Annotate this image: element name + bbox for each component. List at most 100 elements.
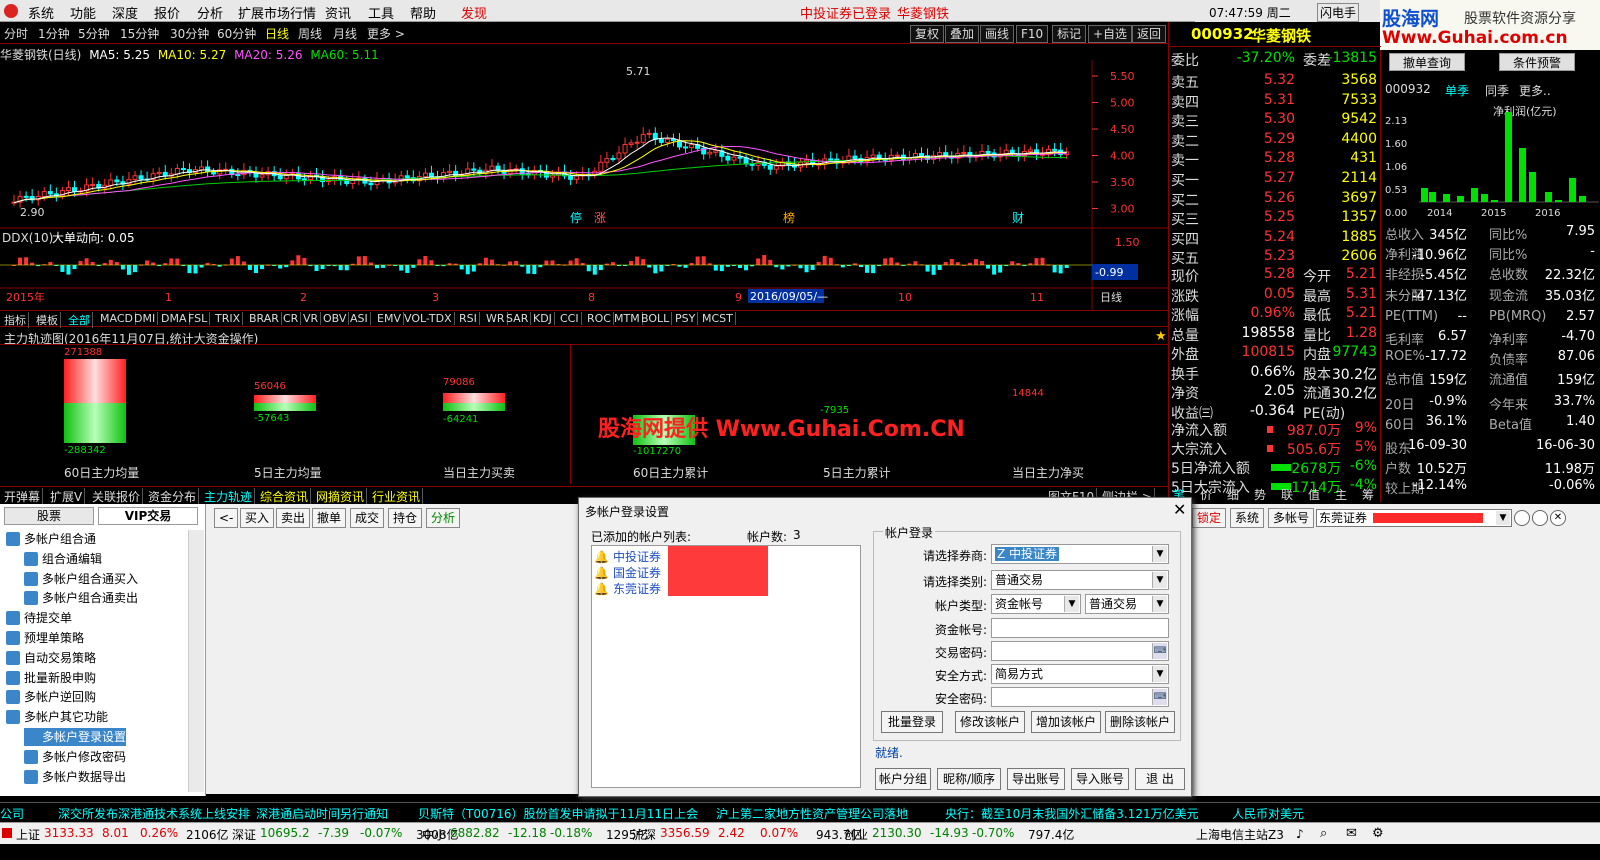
tab-news-industry[interactable]: 行业资讯 xyxy=(370,488,424,505)
keyboard-icon[interactable]: ⌨ xyxy=(1152,643,1167,659)
tree-item[interactable]: 待提交单 xyxy=(6,609,72,627)
settings-icon[interactable]: ⚙ xyxy=(1372,826,1384,841)
field-select[interactable]: 简易方式 ▼ xyxy=(991,664,1169,684)
dialog-close-icon[interactable]: ✕ xyxy=(1173,500,1186,519)
account-list-item[interactable]: 🔔 中投证券 xyxy=(594,548,661,565)
index-name[interactable]: 中小 xyxy=(422,826,446,843)
tab-news-all[interactable]: 综合资讯 xyxy=(258,488,312,505)
period-daily[interactable]: 日线 xyxy=(265,25,289,42)
restore-icon[interactable] xyxy=(1532,510,1548,526)
indicator-tab[interactable]: 模板 xyxy=(34,312,61,328)
ticker-item[interactable]: 深交所发布深港通技术系统上线安排 xyxy=(58,805,250,822)
indicator-tab[interactable]: VR xyxy=(301,312,322,325)
import-account-button[interactable]: 导入账号 xyxy=(1071,768,1129,790)
side-tab[interactable]: 细 xyxy=(1227,486,1239,503)
tab-expand[interactable]: 扩展V xyxy=(48,488,86,505)
account-list-item[interactable]: 🔔 国金证券 xyxy=(594,564,661,581)
field-input[interactable] xyxy=(991,618,1169,638)
side-tab[interactable]: 联 xyxy=(1281,486,1293,503)
tab-main-force[interactable]: 主力轨迹 xyxy=(202,488,256,505)
menu-discover[interactable]: 发现 xyxy=(461,3,487,22)
index-name[interactable]: 创业 xyxy=(844,826,868,843)
period-15min[interactable]: 15分钟 xyxy=(120,25,159,42)
ticker-item[interactable]: 人民币对美元 xyxy=(1232,805,1304,822)
period-5min[interactable]: 5分钟 xyxy=(78,25,110,42)
side-tab[interactable]: 势 xyxy=(1254,486,1266,503)
tool-mark[interactable]: 标记 xyxy=(1052,25,1087,43)
fin-tab-same[interactable]: 同季 xyxy=(1485,82,1509,99)
indicator-tab[interactable]: SAR xyxy=(504,312,532,325)
event-limit-up[interactable]: 涨 xyxy=(594,210,606,225)
side-tab[interactable]: 筹 xyxy=(1362,486,1374,503)
tree-item[interactable]: 多帐户组合通卖出 xyxy=(24,589,138,607)
ticker-item[interactable]: 沪上第二家地方性资产管理公司落地 xyxy=(716,805,908,822)
message-icon[interactable]: ✉ xyxy=(1346,826,1357,841)
index-name[interactable]: 沪深 xyxy=(632,826,656,843)
indicator-tab[interactable]: BOLL xyxy=(639,312,673,325)
edit-account-button[interactable]: 修改该帐户 xyxy=(955,711,1025,733)
tree-item[interactable]: 多帐户修改密码 xyxy=(24,748,126,766)
indicator-tab[interactable]: PSY xyxy=(673,312,699,325)
field-select[interactable]: 普通交易 ▼ xyxy=(991,570,1169,590)
index-name[interactable]: 深证 xyxy=(232,826,256,843)
indicator-tab[interactable]: KDJ xyxy=(531,312,555,325)
trade-toolbar-button[interactable]: 持仓 xyxy=(388,508,423,528)
ticker-item[interactable]: 央行：截至10月末我国外汇储备3.121万亿美元 xyxy=(945,805,1199,822)
tree-item[interactable]: 自动交易策略 xyxy=(6,649,96,667)
period-1min[interactable]: 1分钟 xyxy=(38,25,70,42)
ticker-item[interactable]: 公司 xyxy=(0,805,24,822)
delete-account-button[interactable]: 删除该帐户 xyxy=(1105,711,1175,733)
export-account-button[interactable]: 导出账号 xyxy=(1007,768,1065,790)
field-select[interactable]: Z 中投证券 ▼ xyxy=(991,544,1169,564)
tree-item[interactable]: 多帐户组合通买入 xyxy=(24,570,138,588)
event-stop[interactable]: 停 xyxy=(570,210,582,225)
minimize-icon[interactable] xyxy=(1514,510,1530,526)
indicator-tab[interactable]: MCST xyxy=(700,312,736,325)
system-button[interactable]: 系统 xyxy=(1230,508,1265,528)
period-monthly[interactable]: 月线 xyxy=(333,25,357,42)
menu-help[interactable]: 帮助 xyxy=(410,3,436,22)
indicator-tab[interactable]: DMA xyxy=(159,312,190,325)
period-30min[interactable]: 30分钟 xyxy=(170,25,209,42)
menu-news[interactable]: 资讯 xyxy=(325,3,351,22)
tree-item[interactable]: 多帐户逆回购 xyxy=(6,688,96,706)
tree-item[interactable]: 多帐户其它功能 xyxy=(6,708,108,726)
tree-item[interactable]: 组合通编辑 xyxy=(24,550,102,568)
tab-vip-trade[interactable]: VIP交易 xyxy=(98,507,198,525)
indicator-tab[interactable]: FSL xyxy=(186,312,211,325)
period-fenshi[interactable]: 分时 xyxy=(4,25,28,42)
indicator-tab[interactable]: CR xyxy=(281,312,302,325)
trade-toolbar-button[interactable]: <- xyxy=(214,508,239,528)
indicator-tab[interactable]: RSI xyxy=(457,312,480,325)
ticker-item[interactable]: 贝斯特（T00716）股份首发申请拟于11月11日上会 xyxy=(418,805,698,822)
field-input[interactable]: ⌨ xyxy=(991,687,1169,707)
multi-account-button[interactable]: 多帐号 xyxy=(1268,508,1315,528)
period-more[interactable]: 更多 > xyxy=(367,25,405,42)
stock-name-link[interactable]: 华菱钢铁 xyxy=(897,3,949,22)
tree-item[interactable]: 多帐户登录设置 xyxy=(24,728,127,746)
tree-scrollbar[interactable] xyxy=(188,530,204,792)
trade-type-select[interactable]: 普通交易 ▼ xyxy=(1085,594,1169,614)
volume-icon[interactable]: ♪ xyxy=(1296,827,1304,841)
side-tab[interactable]: 主 xyxy=(1335,486,1347,503)
cancel-query-button[interactable]: 撤单查询 xyxy=(1389,53,1465,71)
menu-function[interactable]: 功能 xyxy=(70,3,96,22)
menu-quote[interactable]: 报价 xyxy=(154,3,180,22)
tab-danmu[interactable]: 开弹幕 xyxy=(2,488,44,505)
tab-fund-dist[interactable]: 资金分布 xyxy=(146,488,200,505)
indicator-tab[interactable]: ASI xyxy=(348,312,371,325)
indicator-tab[interactable]: TRIX xyxy=(213,312,244,325)
search-icon[interactable]: ⌕ xyxy=(1320,826,1327,841)
account-list[interactable]: 🔔 中投证券 🔔 国金证券 🔔 东莞证券 xyxy=(591,545,861,788)
account-list-item[interactable]: 🔔 东莞证券 xyxy=(594,580,661,597)
index-name[interactable]: 上证 xyxy=(16,826,40,843)
fin-tab-quarter[interactable]: 单季 xyxy=(1445,82,1469,99)
tool-f10[interactable]: F10 xyxy=(1016,25,1049,43)
menu-analysis[interactable]: 分析 xyxy=(197,3,223,22)
indicator-tab[interactable]: MACD xyxy=(98,312,136,325)
account-group-button[interactable]: 帐户分组 xyxy=(875,768,931,790)
menu-system[interactable]: 系统 xyxy=(28,3,54,22)
indicator-tab[interactable]: 指标 xyxy=(2,312,29,328)
add-account-button[interactable]: 增加该帐户 xyxy=(1031,711,1101,733)
tool-draw[interactable]: 画线 xyxy=(980,25,1015,43)
